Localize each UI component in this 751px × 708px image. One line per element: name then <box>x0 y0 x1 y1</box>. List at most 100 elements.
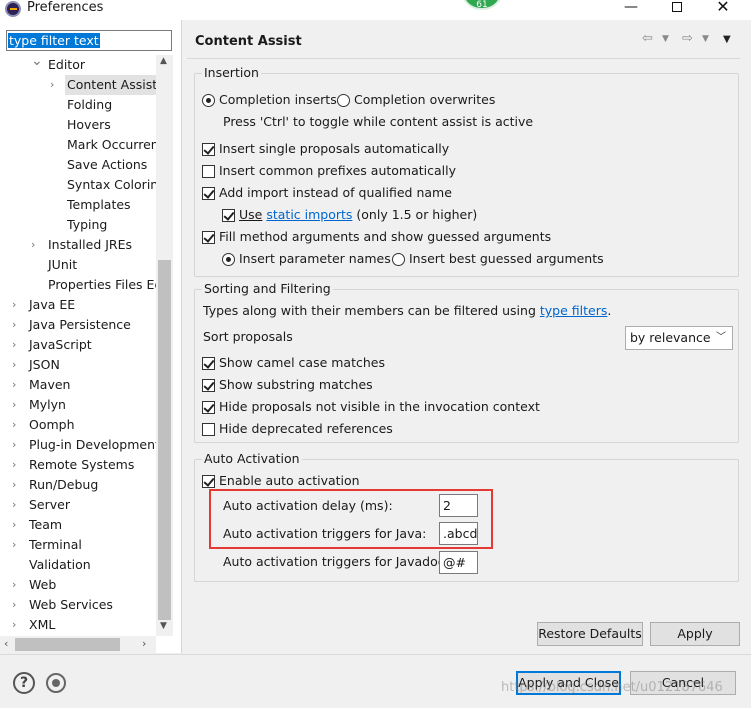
back-menu-icon[interactable]: ▼ <box>662 34 669 44</box>
tree-item[interactable]: Properties Files Ed <box>0 275 156 295</box>
chevron-right-icon[interactable]: › <box>12 375 22 395</box>
sort-proposals-select[interactable]: by relevance ﹀ <box>625 326 733 350</box>
chevron-right-icon[interactable]: › <box>12 315 22 335</box>
chevron-right-icon[interactable]: › <box>12 515 22 535</box>
sorting-group-title: Sorting and Filtering <box>202 281 333 296</box>
insertion-group-title: Insertion <box>202 65 261 80</box>
back-icon[interactable]: ⇦ <box>642 31 653 46</box>
close-button[interactable]: ✕ <box>700 0 746 18</box>
tree-horizontal-scrollbar[interactable]: ‹ › <box>0 636 156 653</box>
tree-item[interactable]: JUnit <box>0 255 156 275</box>
chevron-right-icon[interactable]: › <box>12 615 22 635</box>
chevron-right-icon[interactable]: › <box>12 595 22 615</box>
filter-input[interactable]: type filter text <box>6 30 172 51</box>
chevron-right-icon[interactable]: › <box>12 535 22 555</box>
scrollbar-thumb[interactable] <box>158 260 171 620</box>
tree-item-label: Mylyn <box>29 397 66 412</box>
scroll-right-icon[interactable]: › <box>142 637 146 650</box>
scroll-left-icon[interactable]: ‹ <box>4 637 8 650</box>
tree-item[interactable]: › Remote Systems <box>0 455 156 475</box>
tree-item-label: Server <box>29 497 70 512</box>
panel-divider[interactable] <box>181 20 182 653</box>
apply-button[interactable]: Apply <box>650 622 740 646</box>
tree-item-label: Java EE <box>29 297 76 312</box>
tree-item[interactable]: › Mylyn <box>0 395 156 415</box>
auto-activation-group-title: Auto Activation <box>202 451 302 466</box>
tree-item[interactable]: › Oomph <box>0 415 156 435</box>
scrollbar-thumb[interactable] <box>15 638 120 651</box>
tree-item[interactable]: › Plug-in Development <box>0 435 156 455</box>
toggle-hint-text: Press 'Ctrl' to toggle while content ass… <box>223 114 534 129</box>
minimize-button[interactable]: — <box>608 0 654 18</box>
tree-item[interactable]: Hovers <box>0 115 156 135</box>
view-menu-icon[interactable]: ▼ <box>723 34 731 45</box>
tree-item-label: Java Persistence <box>29 317 131 332</box>
tree-item[interactable]: ⌄ Editor <box>0 55 156 75</box>
tree-item[interactable]: › Run/Debug <box>0 475 156 495</box>
import-export-preferences-icon[interactable] <box>46 673 66 693</box>
chevron-right-icon[interactable]: › <box>12 575 22 595</box>
static-imports-link[interactable]: static imports <box>266 207 352 222</box>
restore-defaults-button[interactable]: Restore Defaults <box>537 622 643 646</box>
tree-item-label: Hovers <box>67 117 111 132</box>
javadoc-triggers-label: Auto activation triggers for Javadoc: <box>223 554 449 569</box>
tree-item[interactable]: › Java EE <box>0 295 156 315</box>
tree-item[interactable]: › Content Assist <box>0 75 156 95</box>
tree-item-label: Validation <box>29 557 91 572</box>
tree-item[interactable]: Templates <box>0 195 156 215</box>
forward-icon[interactable]: ⇨ <box>682 31 693 46</box>
tree-item[interactable]: Save Actions <box>0 155 156 175</box>
tree-item[interactable]: › Team <box>0 515 156 535</box>
tree-item[interactable]: Folding <box>0 95 156 115</box>
tree-item[interactable]: › Java Persistence <box>0 315 156 335</box>
tree-item-label: Save Actions <box>67 157 148 172</box>
scroll-up-icon[interactable]: ▲ <box>160 56 167 66</box>
chevron-right-icon[interactable]: › <box>50 75 60 95</box>
chevron-right-icon[interactable]: › <box>12 495 22 515</box>
chevron-right-icon[interactable]: › <box>12 415 22 435</box>
tree-item-label: Syntax Coloring <box>67 177 156 192</box>
tree-item[interactable]: › Terminal <box>0 535 156 555</box>
chevron-right-icon[interactable]: › <box>12 295 22 315</box>
navigation-controls: ⇦ ▼ ⇨ ▼ ▼ <box>640 31 740 51</box>
tree-item[interactable]: › Maven <box>0 375 156 395</box>
tree-item[interactable]: › Web <box>0 575 156 595</box>
tree-item[interactable]: Validation <box>0 555 156 575</box>
chevron-right-icon[interactable]: › <box>12 395 22 415</box>
chevron-right-icon[interactable]: › <box>12 335 22 355</box>
help-icon[interactable]: ? <box>13 672 35 694</box>
tree-item-label: XML <box>29 617 56 632</box>
scroll-down-icon[interactable]: ▼ <box>160 621 167 631</box>
maximize-icon <box>672 2 682 12</box>
tree-item[interactable]: › Web Services <box>0 595 156 615</box>
chevron-right-icon[interactable]: › <box>31 235 41 255</box>
maximize-button[interactable] <box>654 0 700 18</box>
tree-item[interactable]: Typing <box>0 215 156 235</box>
chevron-down-icon[interactable]: ⌄ <box>31 55 43 71</box>
tree-item-label: Content Assist <box>65 75 156 95</box>
tree-item[interactable]: › JSON <box>0 355 156 375</box>
tree-item[interactable]: › Server <box>0 495 156 515</box>
tree-item-label: JSON <box>29 357 60 372</box>
chevron-right-icon[interactable]: › <box>12 475 22 495</box>
chevron-right-icon[interactable]: › <box>12 355 22 375</box>
tree-item[interactable]: › XML <box>0 615 156 635</box>
tree-item-label: Web <box>29 577 57 592</box>
watermark-text: https://blog.csdn.net/u012187646 <box>501 680 723 695</box>
tree-item-label: JavaScript <box>29 337 92 352</box>
chevron-right-icon[interactable]: › <box>12 455 22 475</box>
tree-item-label: Installed JREs <box>48 237 133 252</box>
tree-item[interactable]: › Installed JREs <box>0 235 156 255</box>
type-filters-link[interactable]: type filters <box>540 303 608 318</box>
eclipse-app-icon <box>5 1 21 17</box>
tree-item[interactable]: › JavaScript <box>0 335 156 355</box>
chevron-right-icon[interactable]: › <box>12 435 22 455</box>
tree-item-label: Run/Debug <box>29 477 99 492</box>
tree-vertical-scrollbar[interactable]: ▲ ▼ <box>156 55 173 636</box>
forward-menu-icon[interactable]: ▼ <box>702 34 709 44</box>
tree-item[interactable]: Mark Occurren <box>0 135 156 155</box>
javadoc-triggers-input[interactable]: @# <box>439 551 478 574</box>
tree-item[interactable]: Syntax Coloring <box>0 175 156 195</box>
filter-input-text: type filter text <box>8 33 100 48</box>
sort-proposals-label: Sort proposals <box>203 329 293 344</box>
